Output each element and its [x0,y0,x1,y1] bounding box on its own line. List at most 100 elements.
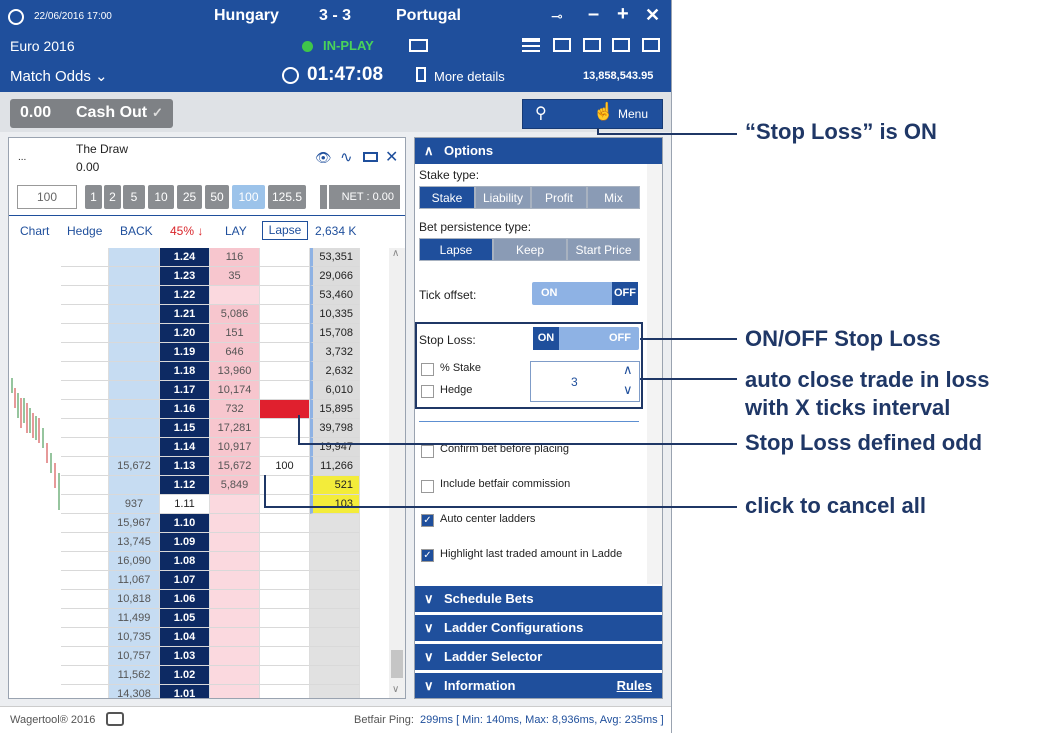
autocenter-checkbox[interactable]: ✓ [421,514,434,527]
my-order-cell[interactable] [260,514,310,533]
layout-chart-icon[interactable] [612,38,630,52]
close-icon[interactable]: ✕ [385,147,398,167]
back-cell[interactable] [109,286,160,305]
my-order-cell[interactable] [260,609,310,628]
lay-cell[interactable] [210,571,260,590]
options-header[interactable]: ∧ Options [415,138,662,164]
lay-header[interactable]: LAY [225,224,247,238]
lay-cell[interactable]: 116 [210,248,260,267]
back-cell[interactable] [109,305,160,324]
back-cell[interactable] [109,362,160,381]
back-cell[interactable]: 11,562 [109,666,160,685]
stake-type-liability[interactable]: Liability [475,186,531,209]
money-icon[interactable] [363,152,378,162]
chart-tab[interactable]: Chart [20,224,49,238]
my-order-cell[interactable] [260,666,310,685]
back-cell[interactable]: 10,818 [109,590,160,609]
stake-button[interactable]: 50 [205,185,229,209]
my-order-cell[interactable] [260,476,310,495]
tick-offset-toggle[interactable]: ON OFF [532,282,638,305]
minimize-button[interactable]: – [588,3,599,26]
stake-type-profit[interactable]: Profit [531,186,587,209]
confirm-checkbox[interactable] [421,445,434,458]
lay-cell[interactable] [210,685,260,698]
layout-grid-icon[interactable] [583,38,601,52]
lay-cell[interactable]: 13,960 [210,362,260,381]
my-order-cell[interactable] [260,628,310,647]
lay-cell[interactable] [210,647,260,666]
camera-icon[interactable] [106,712,124,726]
lay-cell[interactable]: 151 [210,324,260,343]
pin-icon[interactable]: ⊸ [551,8,563,25]
back-cell[interactable] [109,400,160,419]
stake-type-stake[interactable]: Stake [419,186,475,209]
stop-loss-odd-cell[interactable] [260,400,310,419]
my-order-cell[interactable] [260,438,310,457]
stop-loss-toggle[interactable]: ON OFF [533,327,639,350]
stake-button[interactable]: 25 [177,185,202,209]
my-order-cell[interactable] [260,495,310,514]
lay-cell[interactable] [210,590,260,609]
back-cell[interactable]: 15,967 [109,514,160,533]
back-cell[interactable]: 11,499 [109,609,160,628]
scroll-down-icon[interactable]: ∨ [392,684,399,695]
back-header[interactable]: BACK [120,224,153,238]
back-cell[interactable] [109,419,160,438]
runner-menu[interactable]: ... [18,152,26,163]
lay-cell[interactable] [210,495,260,514]
close-button[interactable]: ✕ [645,5,660,26]
back-cell[interactable] [109,267,160,286]
my-order-cell[interactable] [260,362,310,381]
menu-button[interactable]: ⚲ ☝ Menu [522,99,663,129]
section-information[interactable]: ∨ Information Rules [415,673,662,698]
back-cell[interactable]: 937 [109,495,160,514]
layout-list-icon[interactable] [522,38,540,52]
scroll-thumb[interactable] [391,650,403,678]
persistence-lapse[interactable]: Lapse [419,238,493,261]
my-order-cell[interactable] [260,381,310,400]
lay-cell[interactable]: 732 [210,400,260,419]
back-cell[interactable]: 16,090 [109,552,160,571]
rules-link[interactable]: Rules [617,673,652,698]
my-order-cell[interactable] [260,590,310,609]
lay-cell[interactable]: 5,086 [210,305,260,324]
my-order-cell[interactable] [260,685,310,698]
back-cell[interactable] [109,343,160,362]
ticks-down-icon[interactable]: ∨ [623,382,633,398]
my-order-cell[interactable] [260,571,310,590]
my-order-cell[interactable] [260,552,310,571]
hedge-checkbox[interactable] [421,385,434,398]
lay-cell[interactable] [210,609,260,628]
my-order-cell[interactable]: 100 [260,457,310,476]
my-order-cell[interactable] [260,305,310,324]
eye-icon[interactable]: 👁 [315,150,332,166]
layout-columns-icon[interactable] [553,38,571,52]
my-order-cell[interactable] [260,248,310,267]
back-cell[interactable]: 15,672 [109,457,160,476]
commission-checkbox[interactable] [421,480,434,493]
back-cell[interactable] [109,381,160,400]
my-order-cell[interactable] [260,286,310,305]
lay-cell[interactable]: 17,281 [210,419,260,438]
maximize-button[interactable]: + [617,3,629,26]
pct-stake-checkbox[interactable] [421,363,434,376]
lay-cell[interactable] [210,514,260,533]
back-cell[interactable]: 13,745 [109,533,160,552]
back-cell[interactable] [109,438,160,457]
section-ladder-configurations[interactable]: ∨ Ladder Configurations [415,615,662,641]
highlight-checkbox[interactable]: ✓ [421,549,434,562]
stake-button[interactable]: 5 [123,185,145,209]
hedge-tab[interactable]: Hedge [67,224,102,238]
back-cell[interactable]: 14,308 [109,685,160,698]
chart-line-icon[interactable]: ∿ [340,148,353,166]
section-schedule-bets[interactable]: ∨ Schedule Bets [415,586,662,612]
stake-button[interactable]: 10 [148,185,174,209]
lay-cell[interactable]: 15,672 [210,457,260,476]
lay-cell[interactable] [210,286,260,305]
lay-cell[interactable]: 10,174 [210,381,260,400]
options-scrollbar[interactable] [647,164,662,584]
my-order-cell[interactable] [260,533,310,552]
lapse-button[interactable]: Lapse [262,221,308,240]
my-order-cell[interactable] [260,419,310,438]
ticks-up-icon[interactable]: ∧ [623,362,633,378]
